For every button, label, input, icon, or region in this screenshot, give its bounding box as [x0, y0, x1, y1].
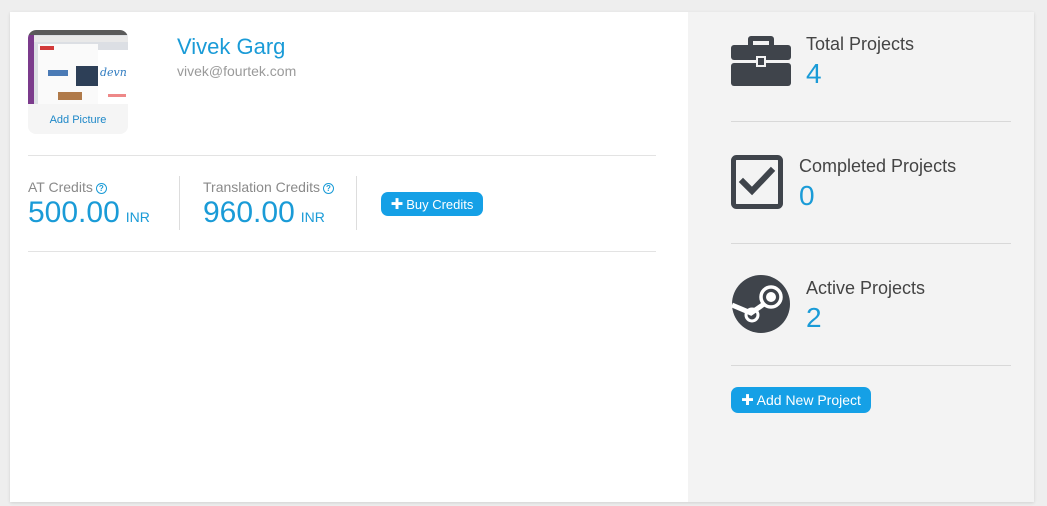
translation-credits-label: Translation Credits? [203, 179, 334, 195]
user-name: Vivek Garg [177, 34, 286, 59]
steam-icon [731, 275, 790, 333]
user-email: vivek@fourtek.com [177, 63, 297, 79]
profile-card: devn Add Picture Vivek Garg vivek@fourte… [10, 12, 1034, 502]
completed-projects-value: 0 [799, 180, 815, 211]
total-projects-label: Total Projects [806, 34, 915, 54]
active-projects-value: 2 [806, 302, 822, 333]
divider [731, 121, 1011, 122]
divider [731, 243, 1011, 244]
profile-section: devn Add Picture Vivek Garg vivek@fourte… [10, 12, 688, 502]
projects-panel: Total Projects 4 Completed Projects 0 Ac… [688, 12, 1034, 502]
translation-credits-value: 960.00 INR [203, 196, 325, 229]
checkbox-icon [731, 155, 783, 209]
divider [731, 365, 1011, 366]
divider [28, 251, 656, 252]
add-picture-link[interactable]: Add Picture [28, 114, 128, 126]
plus-icon: ✚ [741, 392, 754, 409]
completed-projects-label: Completed Projects [799, 156, 957, 176]
help-icon[interactable]: ? [95, 183, 107, 194]
divider [179, 176, 180, 230]
active-projects-label: Active Projects [806, 278, 926, 298]
plus-icon: ✚ [390, 196, 404, 213]
help-icon[interactable]: ? [322, 183, 334, 194]
briefcase-icon [731, 36, 791, 86]
divider [356, 176, 357, 230]
buy-credits-button[interactable]: ✚ Buy Credits [381, 192, 483, 216]
avatar-image: devn [28, 30, 128, 104]
avatar[interactable]: devn Add Picture [28, 30, 128, 134]
divider [28, 155, 656, 156]
at-credits-value: 500.00 INR [28, 196, 150, 229]
at-credits-label: AT Credits? [28, 179, 107, 195]
total-projects-value: 4 [806, 58, 822, 89]
add-new-project-button[interactable]: ✚ Add New Project [731, 387, 871, 413]
